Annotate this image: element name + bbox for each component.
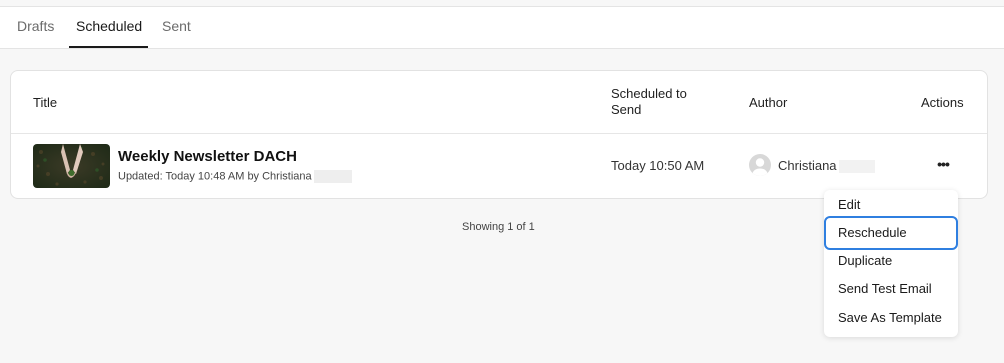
table-row[interactable]: Weekly Newsletter DACH Updated: Today 10… (11, 134, 987, 198)
menu-item-reschedule[interactable]: Reschedule (824, 216, 958, 250)
tab-scheduled[interactable]: Scheduled (76, 18, 142, 48)
actions-dropdown-menu: Edit Reschedule Duplicate Send Test Emai… (824, 190, 958, 337)
tab-sent[interactable]: Sent (162, 18, 191, 48)
menu-item-send-test-email[interactable]: Send Test Email (824, 274, 958, 304)
menu-item-save-as-template[interactable]: Save As Template (824, 303, 958, 333)
active-tab-indicator (69, 46, 148, 48)
avatar (749, 154, 771, 176)
redacted-name (838, 160, 875, 174)
column-header-author: Author (749, 95, 788, 110)
author-name: Christiana (778, 158, 875, 174)
column-header-title: Title (33, 95, 58, 110)
redacted-name (313, 170, 352, 183)
email-title-link[interactable]: Weekly Newsletter DACH (118, 148, 297, 165)
scheduled-emails-table: Title Scheduled to Send Author Actions W… (10, 70, 988, 199)
tab-drafts[interactable]: Drafts (17, 18, 54, 48)
author-name-text: Christiana (778, 158, 837, 173)
email-thumbnail (33, 144, 110, 188)
email-updated-meta: Updated: Today 10:48 AM by Christiana (118, 170, 352, 183)
scheduled-time: Today 10:50 AM (611, 158, 705, 173)
email-updated-text: Updated: Today 10:48 AM by Christiana (118, 170, 312, 183)
tab-bar: Drafts Scheduled Sent (0, 7, 1004, 49)
top-strip (0, 0, 1004, 7)
menu-item-duplicate[interactable]: Duplicate (824, 246, 958, 276)
pagination-status: Showing 1 of 1 (462, 221, 535, 233)
table-header: Title Scheduled to Send Author Actions (11, 71, 987, 134)
column-header-scheduled: Scheduled to Send (611, 86, 687, 117)
more-horizontal-icon[interactable]: ••• (933, 156, 953, 172)
column-header-actions: Actions (921, 95, 964, 110)
